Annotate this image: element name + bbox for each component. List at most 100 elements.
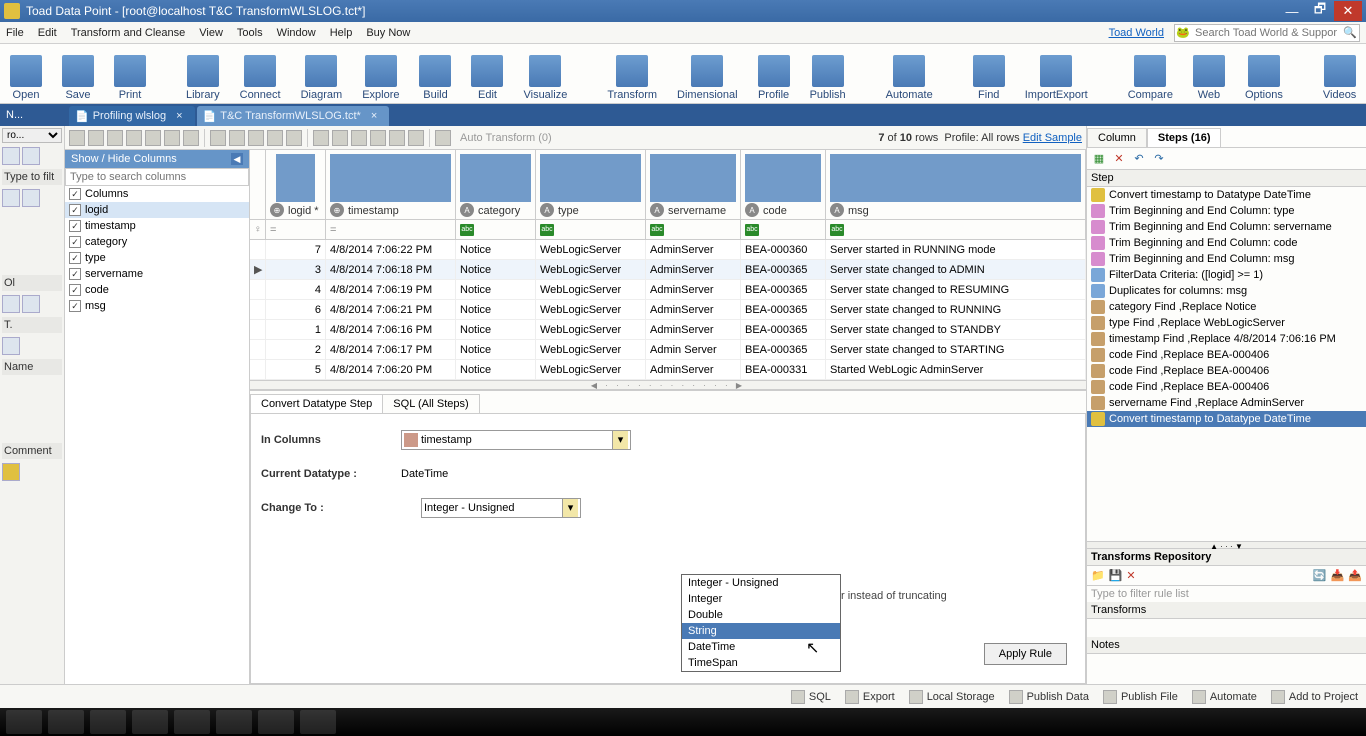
undo-icon[interactable] (351, 130, 367, 146)
rp-add-icon[interactable]: ▦ (1091, 151, 1107, 167)
cell[interactable]: BEA-000365 (741, 260, 826, 279)
cell[interactable]: 7 (266, 240, 326, 259)
ribbon-web[interactable]: Web (1193, 55, 1225, 101)
repo-refresh-icon[interactable]: 🔄 (1313, 569, 1327, 582)
menu-buynow[interactable]: Buy Now (366, 27, 410, 39)
refresh-icon[interactable] (22, 147, 40, 165)
repo-import-icon[interactable]: 📥 (1331, 569, 1345, 582)
task-app1[interactable] (132, 710, 168, 734)
columns-icon[interactable] (210, 130, 226, 146)
task-app3[interactable] (216, 710, 252, 734)
checkbox-icon[interactable]: ✓ (69, 252, 81, 264)
task-ie[interactable] (48, 710, 84, 734)
cell[interactable]: BEA-000365 (741, 280, 826, 299)
calendar-icon[interactable] (267, 130, 283, 146)
cell[interactable]: Server state changed to STANDBY (826, 320, 1086, 339)
export-icon[interactable] (313, 130, 329, 146)
change-to-dropdown-list[interactable]: Integer - UnsignedIntegerDoubleStringDat… (681, 574, 841, 672)
pencil-icon[interactable] (164, 130, 180, 146)
ribbon-connect[interactable]: Connect (240, 55, 281, 101)
filter-cell-1[interactable] (326, 220, 456, 239)
cell[interactable]: Server state changed to RUNNING (826, 300, 1086, 319)
table-row[interactable]: 54/8/2014 7:06:20 PMNoticeWebLogicServer… (250, 360, 1086, 380)
ribbon-videos[interactable]: Videos (1323, 55, 1356, 101)
ribbon-edit[interactable]: Edit (471, 55, 503, 101)
column-header-msg[interactable]: Amsg (826, 150, 1086, 219)
column-header-type[interactable]: Atype (536, 150, 646, 219)
search-icon[interactable]: 🔍 (1341, 26, 1359, 39)
columns-search-input[interactable] (65, 168, 249, 186)
cell[interactable]: Notice (456, 300, 536, 319)
step-item[interactable]: Convert timestamp to Datatype DateTime (1087, 187, 1366, 203)
rp-redo-icon[interactable]: ↷ (1151, 151, 1167, 167)
cell[interactable]: AdminServer (646, 260, 741, 279)
step-item[interactable]: timestamp Find ,Replace 4/8/2014 7:06:16… (1087, 331, 1366, 347)
repo-add-icon[interactable]: 📁 (1091, 569, 1105, 582)
step-item[interactable]: Trim Beginning and End Column: servernam… (1087, 219, 1366, 235)
cell[interactable]: BEA-000365 (741, 320, 826, 339)
cell[interactable]: WebLogicServer (536, 280, 646, 299)
bottom-sql[interactable]: SQL (791, 690, 831, 704)
column-header-logid[interactable]: ⊕logid * (266, 150, 326, 219)
funnel-icon[interactable] (107, 130, 123, 146)
repo-export-icon[interactable]: 📤 (1348, 569, 1362, 582)
bottom-add-to-project[interactable]: Add to Project (1271, 690, 1358, 704)
ribbon-diagram[interactable]: Diagram (301, 55, 343, 101)
column-header-category[interactable]: Acategory (456, 150, 536, 219)
dropdown-option-string[interactable]: String (682, 623, 840, 639)
change-to-dropdown[interactable]: Integer - Unsigned ▾ (421, 498, 581, 518)
lower-tab-0[interactable]: Convert Datatype Step (250, 394, 383, 413)
ribbon-build[interactable]: Build (419, 55, 451, 101)
tab-close-icon[interactable]: × (371, 110, 377, 122)
cell[interactable]: WebLogicServer (536, 360, 646, 379)
sigma-icon[interactable] (88, 130, 104, 146)
cell[interactable]: Notice (456, 320, 536, 339)
cell[interactable]: 4/8/2014 7:06:19 PM (326, 280, 456, 299)
table-row[interactable]: 64/8/2014 7:06:21 PMNoticeWebLogicServer… (250, 300, 1086, 320)
ribbon-visualize[interactable]: Visualize (523, 55, 567, 101)
col-check-msg[interactable]: ✓msg (65, 298, 249, 314)
binoculars-icon[interactable] (69, 130, 85, 146)
cell[interactable]: Notice (456, 260, 536, 279)
tag-icon[interactable] (183, 130, 199, 146)
cell[interactable]: BEA-000360 (741, 240, 826, 259)
step-item[interactable]: Trim Beginning and End Column: code (1087, 235, 1366, 251)
dropdown-option-datetime[interactable]: DateTime (682, 639, 840, 655)
step-item[interactable]: Convert timestamp to Datatype DateTime (1087, 411, 1366, 427)
rp-delete-icon[interactable]: ✕ (1111, 151, 1127, 167)
table-row[interactable]: ▶34/8/2014 7:06:18 PMNoticeWebLogicServe… (250, 260, 1086, 280)
menu-edit[interactable]: Edit (38, 27, 57, 39)
checkbox-icon[interactable]: ✓ (69, 300, 81, 312)
checkbox-icon[interactable]: ✓ (69, 268, 81, 280)
toad-world-link[interactable]: Toad World (1109, 27, 1164, 39)
horizontal-splitter[interactable]: ◀ · · · · · · · · · · · · ▶ (250, 380, 1086, 390)
doc-tab-1[interactable]: 📄T&C TransformWLSLOG.tct*× (197, 106, 390, 126)
cell[interactable]: Server state changed to STARTING (826, 340, 1086, 359)
dropdown-option-integerunsigned[interactable]: Integer - Unsigned (682, 575, 840, 591)
col-check-Columns[interactable]: ✓Columns (65, 186, 249, 202)
column-header-servername[interactable]: Aservername (646, 150, 741, 219)
cell[interactable]: 4/8/2014 7:06:22 PM (326, 240, 456, 259)
cell[interactable]: AdminServer (646, 320, 741, 339)
table-row[interactable]: 44/8/2014 7:06:19 PMNoticeWebLogicServer… (250, 280, 1086, 300)
repo-filter-input[interactable]: Type to filter rule list (1087, 586, 1366, 602)
menu-help[interactable]: Help (330, 27, 353, 39)
cell[interactable]: Notice (456, 340, 536, 359)
ribbon-explore[interactable]: Explore (362, 55, 399, 101)
right-tab-0[interactable]: Column (1087, 128, 1147, 147)
ribbon-profile[interactable]: Profile (758, 55, 790, 101)
filter-cell-2[interactable]: abc (456, 220, 536, 239)
col-check-code[interactable]: ✓code (65, 282, 249, 298)
ribbon-save[interactable]: Save (62, 55, 94, 101)
cell[interactable]: Server state changed to ADMIN (826, 260, 1086, 279)
tree-icon[interactable] (2, 189, 20, 207)
cell[interactable]: BEA-000365 (741, 340, 826, 359)
menu-transform-cleanse[interactable]: Transform and Cleanse (71, 27, 186, 39)
step-item[interactable]: Duplicates for columns: msg (1087, 283, 1366, 299)
type-to-filter-label[interactable]: Type to filt (2, 169, 62, 185)
close-button[interactable]: ✕ (1334, 1, 1362, 21)
task-app2[interactable] (174, 710, 210, 734)
ribbon-compare[interactable]: Compare (1128, 55, 1173, 101)
support-search-input[interactable] (1191, 27, 1341, 39)
cell[interactable]: Server started in RUNNING mode (826, 240, 1086, 259)
